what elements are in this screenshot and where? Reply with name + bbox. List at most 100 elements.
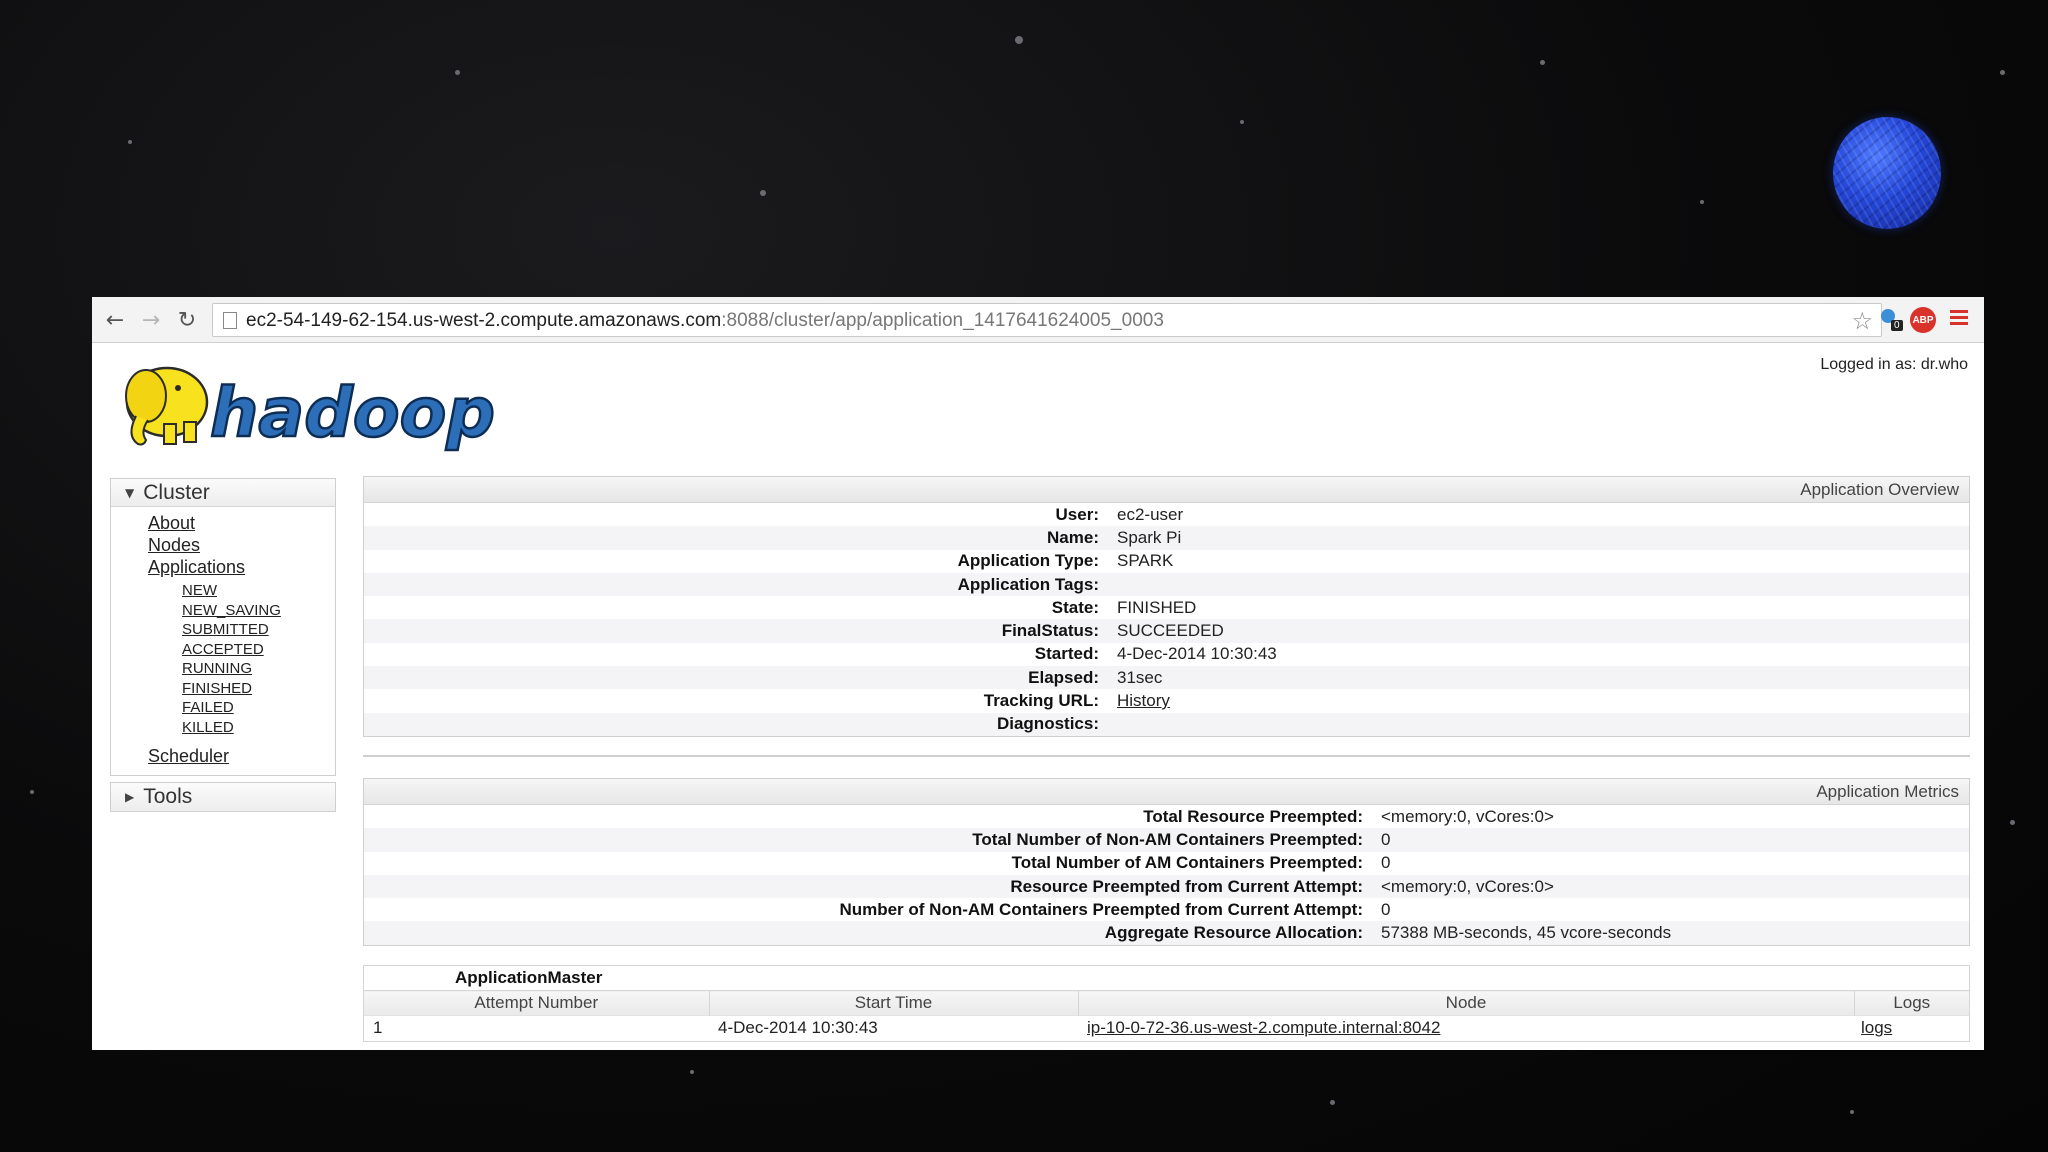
background-star [2000, 70, 2005, 75]
table-row: Total Number of AM Containers Preempted:… [364, 852, 1969, 875]
url-text: ec2-54-149-62-154.us-west-2.compute.amaz… [246, 310, 1164, 332]
row-value [1117, 713, 1969, 736]
logged-in-status: Logged in as: dr.who [1820, 356, 1968, 373]
application-overview-panel: Application Overview User: ec2-user Name:… [363, 476, 1970, 737]
row-label: Number of Non-AM Containers Preempted fr… [839, 899, 1363, 919]
browser-toolbar: ← → ↻ ec2-54-149-62-154.us-west-2.comput… [92, 297, 1984, 343]
table-row: Total Number of Non-AM Containers Preemp… [364, 828, 1969, 852]
nav-link-about[interactable]: About [148, 512, 335, 534]
row-label: Diagnostics: [996, 714, 1099, 734]
row-value: FINISHED [1117, 597, 1197, 617]
expanded-triangle-icon: ▼ [125, 485, 135, 500]
row-value: <memory:0, vCores:0> [1381, 806, 1554, 826]
row-label: Started: [1034, 644, 1099, 664]
row-value: 31sec [1117, 667, 1163, 687]
application-overview-title: Application Overview [364, 477, 1969, 503]
tools-header[interactable]: ▶ Tools [111, 783, 335, 811]
attempt-node: ip-10-0-72-36.us-west-2.compute.internal… [1078, 1015, 1854, 1041]
background-star [128, 140, 132, 144]
nav-link-state-submitted[interactable]: SUBMITTED [182, 620, 335, 640]
row-value: History [1117, 689, 1969, 712]
column-header-logs[interactable]: Logs [1854, 990, 1969, 1016]
row-value: <memory:0, vCores:0> [1381, 876, 1554, 896]
background-star [760, 190, 766, 196]
adblock-label: ABP [1912, 314, 1934, 326]
table-header-row: Attempt Number Start Time Node Logs [364, 990, 1969, 1016]
application-metrics-panel: Application Metrics Total Resource Preem… [363, 778, 1970, 946]
blue-orb-decoration [1833, 117, 1941, 229]
browser-menu-icon[interactable] [1948, 307, 1970, 329]
reload-button[interactable]: ↻ [172, 305, 202, 335]
background-star [1850, 1110, 1854, 1114]
address-bar[interactable]: ec2-54-149-62-154.us-west-2.compute.amaz… [212, 303, 1882, 337]
table-row: 1 4-Dec-2014 10:30:43 ip-10-0-72-36.us-w… [364, 1015, 1969, 1041]
table-row: Application Tags: [364, 572, 1969, 597]
table-row: Tracking URL: History [364, 689, 1969, 712]
nav-link-state-new-saving[interactable]: NEW_SAVING [182, 601, 335, 621]
row-value: 0 [1381, 829, 1391, 849]
row-label: Name: [1047, 527, 1099, 547]
table-row: Number of Non-AM Containers Preempted fr… [364, 898, 1969, 921]
url-path: :8088/cluster/app/application_1417641624… [721, 310, 1164, 331]
adblock-icon[interactable]: ABP [1910, 307, 1936, 333]
application-state-links: NEW NEW_SAVING SUBMITTED ACCEPTED RUNNIN… [148, 578, 335, 741]
cluster-section: ▼ Cluster About Nodes Applications NEW NE… [110, 478, 336, 776]
sidebar: ▼ Cluster About Nodes Applications NEW NE… [110, 478, 336, 812]
extension-badge-count: 0 [1891, 320, 1903, 331]
metrics-table: Total Resource Preempted: <memory:0, vCor… [364, 805, 1969, 945]
bookmark-star-icon[interactable]: ☆ [1851, 307, 1873, 335]
row-value: 0 [1381, 899, 1391, 919]
row-value: 57388 MB-seconds, 45 vcore-seconds [1381, 923, 1672, 943]
row-value: SUCCEEDED [1117, 621, 1224, 641]
column-header-node[interactable]: Node [1078, 990, 1855, 1016]
table-row: Total Resource Preempted: <memory:0, vCor… [364, 805, 1969, 828]
row-value [1117, 573, 1969, 596]
background-star [690, 1070, 694, 1074]
nav-link-state-accepted[interactable]: ACCEPTED [182, 640, 335, 660]
overview-table: User: ec2-user Name: Spark Pi Application … [364, 503, 1969, 736]
row-label: Total Resource Preempted: [1143, 806, 1363, 826]
row-label: User: [1055, 504, 1099, 524]
table-row: User: ec2-user [364, 503, 1969, 526]
url-host: ec2-54-149-62-154.us-west-2.compute.amaz… [246, 310, 722, 331]
nav-link-state-failed[interactable]: FAILED [182, 698, 335, 718]
attempts-table: Attempt Number Start Time Node Logs 1 4-… [364, 990, 1969, 1041]
nav-link-scheduler[interactable]: Scheduler [148, 745, 335, 767]
tracking-url-history-link[interactable]: History [1117, 691, 1170, 710]
nav-link-state-running[interactable]: RUNNING [182, 659, 335, 679]
table-row: Started: 4-Dec-2014 10:30:43 [364, 643, 1969, 666]
row-value: ec2-user [1117, 504, 1184, 524]
application-master-section: ApplicationMaster Attempt Number Start T… [363, 965, 1970, 1042]
nav-link-state-new[interactable]: NEW [182, 581, 335, 601]
background-star [2010, 820, 2015, 825]
application-metrics-title: Application Metrics [364, 779, 1969, 805]
nav-link-state-killed[interactable]: KILLED [182, 718, 335, 738]
forward-button[interactable]: → [136, 305, 166, 335]
background-star [1700, 200, 1704, 204]
logo-wordmark: hadoop [210, 374, 495, 453]
column-header-start-time[interactable]: Start Time [709, 990, 1079, 1016]
row-label: Aggregate Resource Allocation: [1104, 923, 1363, 943]
extension-user-icon[interactable]: 0 [1874, 307, 1904, 333]
background-star [1015, 36, 1023, 44]
node-link[interactable]: ip-10-0-72-36.us-west-2.compute.internal… [1087, 1018, 1440, 1037]
collapsed-triangle-icon: ▶ [125, 790, 135, 804]
application-master-title: ApplicationMaster [455, 968, 603, 987]
column-header-attempt[interactable]: Attempt Number [364, 990, 710, 1016]
nav-link-state-finished[interactable]: FINISHED [182, 679, 335, 699]
row-value: 4-Dec-2014 10:30:43 [1117, 644, 1277, 664]
attempt-logs: logs [1854, 1015, 1969, 1041]
nav-link-applications[interactable]: Applications [148, 556, 335, 578]
table-row: Aggregate Resource Allocation: 57388 MB-s… [364, 921, 1969, 945]
background-star [30, 790, 34, 794]
cluster-links: About Nodes Applications NEW NEW_SAVING … [111, 507, 335, 775]
back-button[interactable]: ← [100, 305, 130, 335]
background-star [1240, 120, 1244, 124]
table-row: Application Type: SPARK [364, 550, 1969, 573]
nav-link-nodes[interactable]: Nodes [148, 534, 335, 556]
row-label: Elapsed: [1028, 667, 1099, 687]
tools-label: Tools [143, 785, 193, 808]
table-row: State: FINISHED [364, 596, 1969, 619]
logs-link[interactable]: logs [1861, 1018, 1892, 1037]
cluster-header[interactable]: ▼ Cluster [111, 479, 335, 507]
